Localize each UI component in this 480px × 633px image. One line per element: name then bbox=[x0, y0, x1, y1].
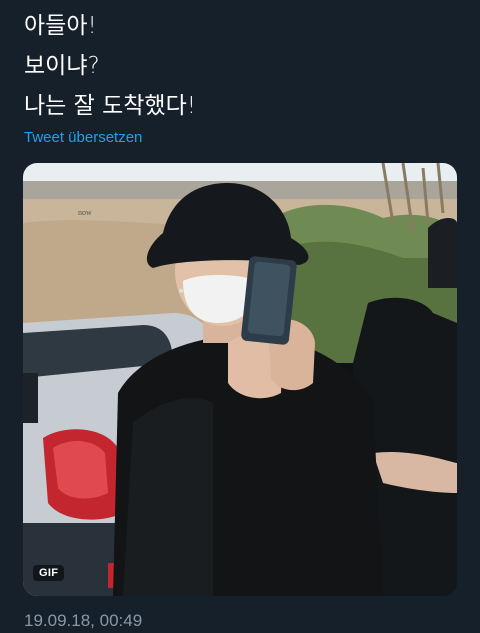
tweet-text: 아들아! 보이냐? 나는 잘 도착했다! bbox=[24, 6, 464, 126]
tweet-line-1: 아들아! bbox=[24, 13, 97, 39]
tweet-line-3: 나는 잘 도착했다! bbox=[24, 93, 196, 119]
gif-frame-image: now bbox=[23, 163, 457, 596]
gif-watermark: now bbox=[78, 208, 92, 217]
tweet-line-2: 보이냐? bbox=[24, 53, 100, 79]
gif-media[interactable]: now GIF bbox=[23, 163, 457, 596]
tweet-timestamp[interactable]: 19.09.18, 00:49 bbox=[24, 611, 142, 631]
gif-badge: GIF bbox=[33, 565, 65, 581]
translate-tweet-link[interactable]: Tweet übersetzen bbox=[24, 129, 142, 146]
